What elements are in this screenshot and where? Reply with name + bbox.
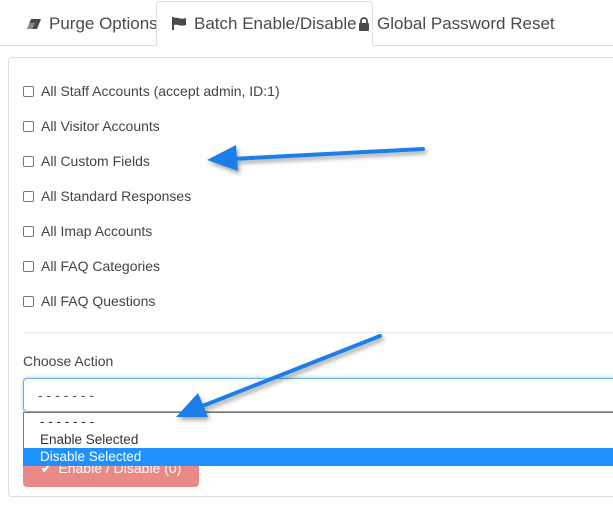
lock-icon (358, 16, 370, 31)
checkbox[interactable] (23, 295, 34, 307)
enable-disable-button-label: Enable / Disable (0) (58, 466, 182, 476)
tab-bar: Purge Options Batch Enable/Disable Globa… (0, 0, 613, 46)
dropdown-option[interactable]: Enable Selected (24, 431, 613, 449)
checkbox[interactable] (23, 155, 34, 167)
checkbox-row[interactable]: All FAQ Categories (23, 256, 160, 276)
checkbox-label: All Visitor Accounts (41, 118, 160, 134)
divider (23, 332, 613, 333)
checkbox-label: All Imap Accounts (41, 223, 153, 239)
tab-purge-options-label: Purge Options (49, 13, 158, 33)
checkbox-row[interactable]: All Standard Responses (23, 186, 191, 206)
checkbox[interactable] (23, 85, 34, 97)
dropdown-option-highlighted[interactable]: Disable Selected (24, 448, 613, 466)
tab-batch-enable-disable[interactable]: Batch Enable/Disable (156, 1, 373, 46)
checkbox[interactable] (23, 260, 34, 272)
action-select[interactable]: - - - - - - - (23, 378, 613, 412)
checkbox[interactable] (23, 120, 34, 132)
tab-global-password-reset-label: Global Password Reset (377, 13, 555, 33)
dropdown-option[interactable]: - - - - - - - (24, 413, 613, 431)
tab-batch-enable-disable-label: Batch Enable/Disable (194, 13, 357, 33)
checkbox[interactable] (23, 190, 34, 202)
check-icon: ✔ (40, 466, 53, 476)
checkbox[interactable] (23, 225, 34, 237)
checkbox-row[interactable]: All Staff Accounts (accept admin, ID:1) (23, 81, 280, 101)
checkbox-row[interactable]: All Visitor Accounts (23, 116, 160, 136)
eraser-icon (26, 18, 42, 30)
enable-disable-button[interactable]: ✔ Enable / Disable (0) (23, 466, 199, 487)
checkbox-row[interactable]: All Custom Fields (23, 151, 150, 171)
checkbox-label: All Custom Fields (41, 153, 150, 169)
action-dropdown-list: - - - - - - - Enable Selected Disable Se… (23, 412, 613, 466)
tab-global-password-reset[interactable]: Global Password Reset (358, 2, 555, 45)
flag-icon (172, 17, 187, 30)
choose-action-label: Choose Action (23, 353, 114, 369)
checkbox-row[interactable]: All Imap Accounts (23, 221, 152, 241)
checkbox-label: All FAQ Questions (41, 293, 156, 309)
checkbox-label: All Staff Accounts (accept admin, ID:1) (41, 83, 280, 99)
tab-purge-options[interactable]: Purge Options (26, 2, 174, 45)
checkbox-label: All FAQ Categories (41, 258, 161, 274)
checkbox-row[interactable]: All FAQ Questions (23, 291, 155, 311)
checkbox-label: All Standard Responses (41, 188, 192, 204)
